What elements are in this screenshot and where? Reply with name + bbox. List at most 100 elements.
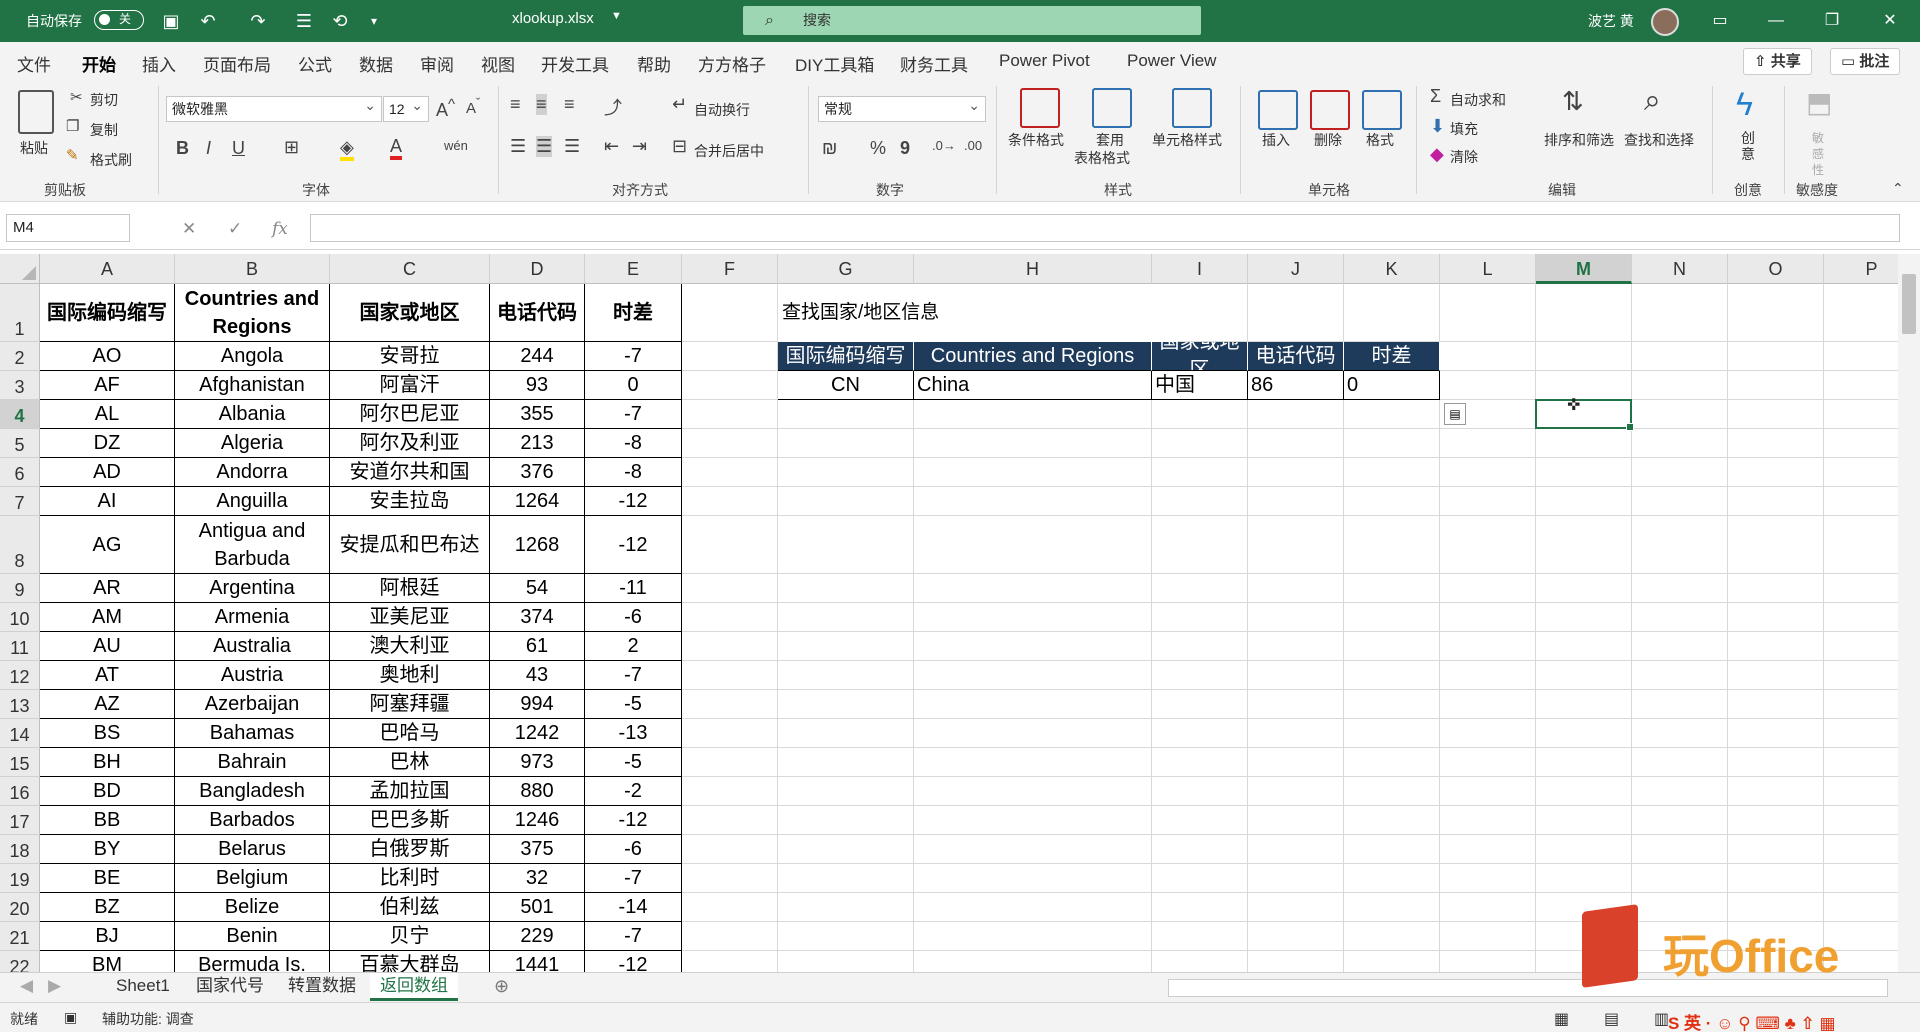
row-header-17[interactable]: 17: [0, 806, 40, 835]
grid-cell[interactable]: [1344, 487, 1440, 516]
grid-cell[interactable]: [1440, 603, 1536, 632]
grid-cell[interactable]: [1344, 661, 1440, 690]
column-header-b[interactable]: B: [175, 254, 330, 284]
grid-cell[interactable]: [1536, 835, 1632, 864]
grid-cell[interactable]: [778, 574, 914, 603]
grid-cell[interactable]: [1632, 690, 1728, 719]
grid-cell[interactable]: [1440, 690, 1536, 719]
grid-cell[interactable]: [1152, 922, 1248, 951]
table-cell[interactable]: 244: [490, 342, 585, 371]
grid-cell[interactable]: [914, 748, 1152, 777]
grid-cell[interactable]: [1440, 864, 1536, 893]
column-header-l[interactable]: L: [1440, 254, 1536, 284]
grid-cell[interactable]: [1824, 748, 1898, 777]
grid-cell[interactable]: [1632, 632, 1728, 661]
table-cell[interactable]: 61: [490, 632, 585, 661]
table-cell[interactable]: 43: [490, 661, 585, 690]
table-cell[interactable]: 百慕大群岛: [330, 951, 490, 972]
name-box[interactable]: M4: [6, 214, 130, 242]
grid-cell[interactable]: [778, 690, 914, 719]
grid-cell[interactable]: [1440, 748, 1536, 777]
table-cell[interactable]: -2: [585, 777, 682, 806]
percent-icon[interactable]: %: [870, 138, 886, 159]
column-header-e[interactable]: E: [585, 254, 682, 284]
row-header-10[interactable]: 10: [0, 603, 40, 632]
grid-cell[interactable]: [1536, 342, 1632, 371]
grid-cell[interactable]: [1344, 748, 1440, 777]
font-name-select[interactable]: 微软雅黑: [166, 93, 382, 122]
grid-cell[interactable]: [1152, 458, 1248, 487]
grid-cell[interactable]: [1440, 342, 1536, 371]
table-cell[interactable]: -7: [585, 400, 682, 429]
table-cell[interactable]: AU: [40, 632, 175, 661]
grid-cell[interactable]: [1632, 458, 1728, 487]
table-cell[interactable]: -12: [585, 951, 682, 972]
grid-cell[interactable]: [1152, 632, 1248, 661]
grid-cell[interactable]: [1728, 574, 1824, 603]
grid-cell[interactable]: [1632, 371, 1728, 400]
row-header-19[interactable]: 19: [0, 864, 40, 893]
user-name[interactable]: 波艺 黄: [1588, 11, 1634, 31]
grid-cell[interactable]: [1536, 458, 1632, 487]
table-cell[interactable]: 伯利兹: [330, 893, 490, 922]
column-header-a[interactable]: A: [40, 254, 175, 284]
grid-cell[interactable]: [1248, 661, 1344, 690]
table-cell[interactable]: AI: [40, 487, 175, 516]
grid-cell[interactable]: [1344, 951, 1440, 972]
grid-cell[interactable]: [1632, 400, 1728, 429]
table-cell[interactable]: Argentina: [175, 574, 330, 603]
format-as-table-button[interactable]: 套用: [1096, 130, 1124, 150]
grid-cell[interactable]: [1152, 429, 1248, 458]
align-bottom-icon[interactable]: ≡: [564, 94, 575, 115]
table-header-cell[interactable]: 国家或地区: [330, 284, 490, 342]
grid-cell[interactable]: [1728, 487, 1824, 516]
table-cell[interactable]: Afghanistan: [175, 371, 330, 400]
column-header-d[interactable]: D: [490, 254, 585, 284]
grid-cell[interactable]: [1152, 748, 1248, 777]
table-cell[interactable]: 1246: [490, 806, 585, 835]
grid-cell[interactable]: [1344, 603, 1440, 632]
lookup-title[interactable]: 查找国家/地区信息: [778, 284, 1178, 342]
borders-icon[interactable]: ⊞: [284, 137, 299, 158]
grid-cell[interactable]: [914, 835, 1152, 864]
grid-cell[interactable]: [1344, 864, 1440, 893]
grid-cell[interactable]: [1248, 719, 1344, 748]
find-select-button[interactable]: 查找和选择: [1624, 130, 1694, 150]
grid-cell[interactable]: [1248, 574, 1344, 603]
table-cell[interactable]: -6: [585, 835, 682, 864]
grid-cell[interactable]: [1824, 487, 1898, 516]
table-cell[interactable]: 93: [490, 371, 585, 400]
sheet-tab-country-code[interactable]: 国家代号: [196, 973, 264, 1001]
underline-icon[interactable]: U: [232, 138, 245, 159]
table-header-cell[interactable]: 电话代码: [490, 284, 585, 342]
bold-icon[interactable]: B: [176, 138, 189, 159]
paste-options-icon[interactable]: ▤: [1444, 403, 1466, 425]
table-cell[interactable]: Austria: [175, 661, 330, 690]
grid-cell[interactable]: [1152, 719, 1248, 748]
table-cell[interactable]: -5: [585, 748, 682, 777]
grid-cell[interactable]: [778, 806, 914, 835]
grid-cell[interactable]: [682, 951, 778, 972]
grid-cell[interactable]: [778, 661, 914, 690]
lookup-header-cell[interactable]: Countries and Regions: [914, 342, 1152, 371]
table-cell[interactable]: -12: [585, 806, 682, 835]
grid-cell[interactable]: [1728, 371, 1824, 400]
comments-button[interactable]: ▭ 批注: [1830, 48, 1901, 75]
column-header-h[interactable]: H: [914, 254, 1152, 284]
grid-cell[interactable]: [1632, 574, 1728, 603]
autosave-toggle[interactable]: 关: [94, 10, 144, 30]
table-cell[interactable]: 阿塞拜疆: [330, 690, 490, 719]
grid-cell[interactable]: [1152, 516, 1248, 574]
table-cell[interactable]: AZ: [40, 690, 175, 719]
sheet-tab-transpose[interactable]: 转置数据: [288, 973, 356, 1001]
grid-cell[interactable]: [914, 951, 1152, 972]
table-cell[interactable]: 1242: [490, 719, 585, 748]
grid-cell[interactable]: [914, 922, 1152, 951]
phonetic-icon[interactable]: wén: [444, 138, 468, 153]
grid-cell[interactable]: [1440, 806, 1536, 835]
shrink-font-icon[interactable]: Aˇ: [466, 96, 480, 117]
table-cell[interactable]: Belize: [175, 893, 330, 922]
file-name[interactable]: xlookup.xlsx: [512, 10, 594, 27]
row-header-9[interactable]: 9: [0, 574, 40, 603]
grid-cell[interactable]: [1632, 719, 1728, 748]
